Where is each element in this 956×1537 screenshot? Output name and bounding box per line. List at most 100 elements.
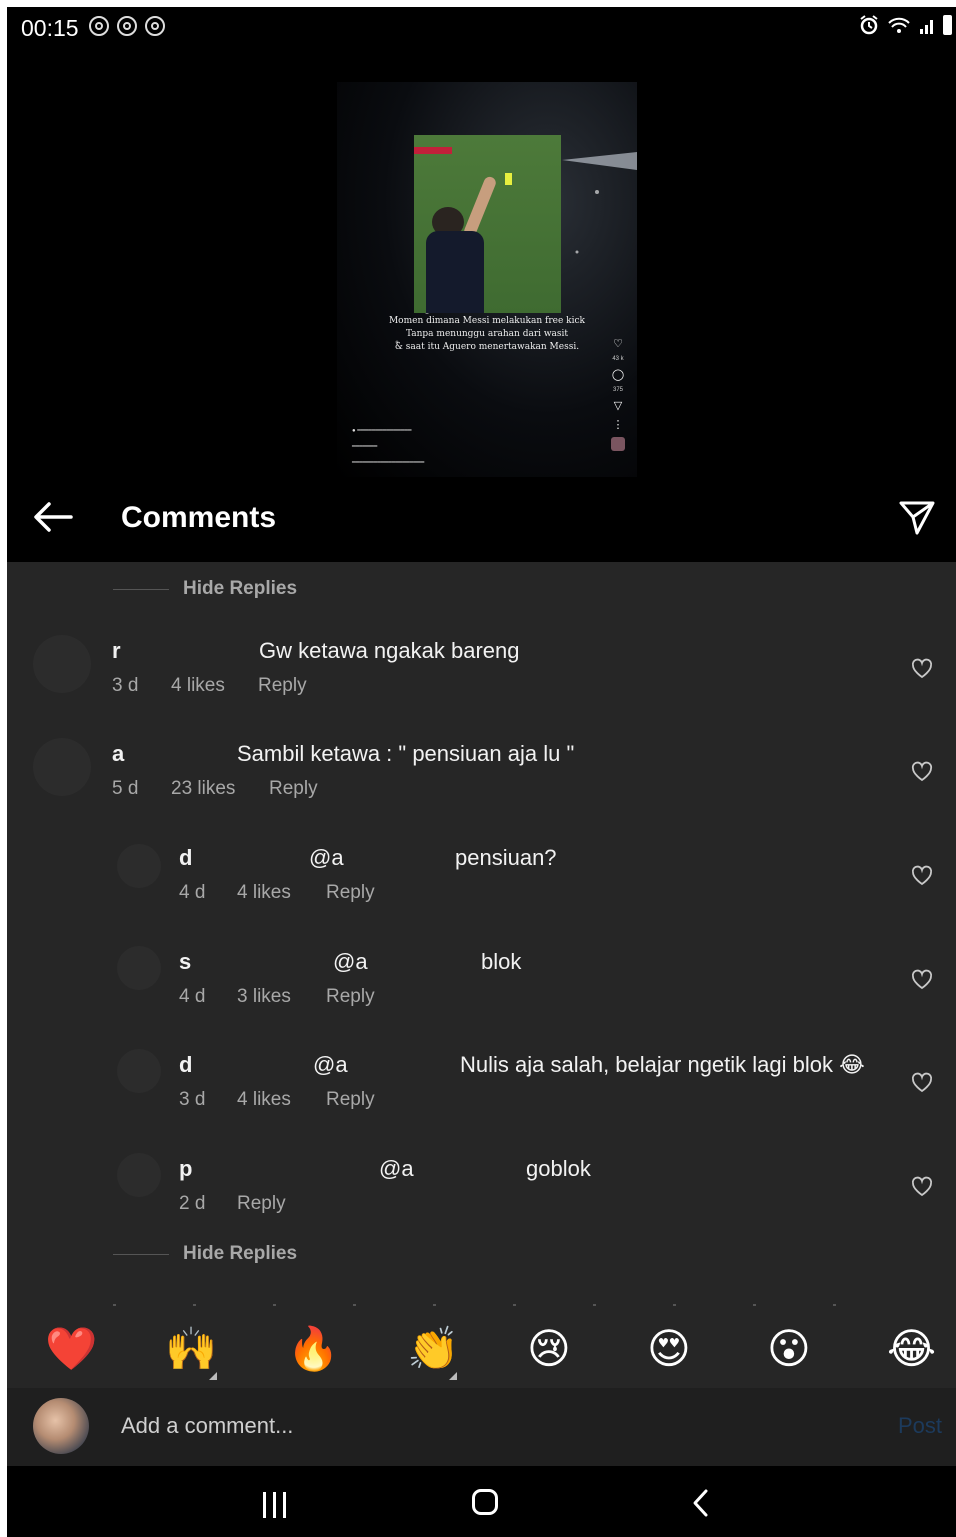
avatar[interactable] <box>117 946 161 990</box>
comment-item: r Gw ketawa ngakak bareng 3 d 4 likes Re… <box>7 630 956 720</box>
mention-link[interactable]: @a <box>379 1156 414 1182</box>
recents-icon[interactable] <box>263 1492 286 1518</box>
next-comment-cutoff <box>113 1304 873 1306</box>
caption-line: Momen dimana Messi melakukan free kick <box>388 316 586 326</box>
reply-username[interactable]: p <box>179 1156 192 1182</box>
reply-item: d @a pensiuan? 4 d 4 likes Reply <box>7 837 956 927</box>
hide-replies-label: Hide Replies <box>183 578 298 599</box>
heart-icon[interactable] <box>911 1176 933 1198</box>
video-meta-blurred: ● ━━━━━━━━━━━━━━━ ━━━━━━━ ━━━━━━━━━━━━━━… <box>352 423 424 471</box>
comments-header: Comments <box>7 477 956 562</box>
back-icon[interactable] <box>687 1488 715 1518</box>
reply-text: pensiuan? <box>455 845 557 870</box>
reply-time: 4 d <box>179 882 206 903</box>
caption-line: & saat itu Aguero menertawakan Messi. <box>394 342 580 352</box>
heart-icon[interactable]: ♡ <box>613 337 623 350</box>
comment-icon[interactable]: ◯ <box>612 368 624 381</box>
emoji-crying-button[interactable]: 😢 <box>527 1324 571 1374</box>
reply-username[interactable]: s <box>179 949 191 975</box>
comment-likes[interactable]: 4 likes <box>171 675 225 697</box>
reply-button[interactable]: Reply <box>269 778 318 800</box>
mention-link[interactable]: @a <box>309 845 344 871</box>
status-time: 00:15 <box>21 15 79 41</box>
status-bar: 00:15 <box>7 7 956 49</box>
reply-button[interactable]: Reply <box>326 986 375 1008</box>
comment-composer: Add a comment... Post <box>7 1388 956 1466</box>
emoji-surprised-button[interactable]: 😮 <box>767 1324 811 1374</box>
reply-likes[interactable]: 4 likes <box>237 882 291 904</box>
emoji-heart-eyes-button[interactable]: 😍 <box>647 1324 691 1374</box>
heart-icon[interactable] <box>911 658 933 680</box>
reply-username[interactable]: d <box>179 1052 192 1078</box>
divider <box>113 588 169 590</box>
notification-icon <box>89 16 109 36</box>
emoji-heart-button[interactable]: ❤️ <box>45 1324 97 1374</box>
avatar[interactable] <box>33 635 91 693</box>
comment-username[interactable]: a <box>112 741 124 767</box>
page-title: Comments <box>121 501 277 534</box>
post-button[interactable]: Post <box>898 1413 942 1439</box>
reply-button[interactable]: Reply <box>237 1193 286 1215</box>
notification-icon <box>117 16 137 36</box>
reply-text: goblok <box>526 1156 591 1181</box>
comment-item: a Sambil ketawa : " pensiuan aja lu " 5 … <box>7 733 956 823</box>
notification-icon <box>145 16 165 36</box>
yellow-card <box>505 173 512 185</box>
reply-text: blok <box>481 949 522 974</box>
reply-button[interactable]: Reply <box>326 1089 375 1111</box>
reply-time: 4 d <box>179 986 206 1007</box>
more-icon[interactable]: ⋮ <box>613 418 624 431</box>
wifi-icon <box>888 17 910 33</box>
emoji-laughing-button[interactable]: 😂 <box>887 1324 936 1374</box>
referee-body <box>426 231 484 313</box>
like-count: 43 k <box>612 356 624 362</box>
reply-button[interactable]: Reply <box>258 675 307 697</box>
hide-replies-button[interactable]: Hide Replies <box>113 1239 297 1269</box>
hide-replies-label: Hide Replies <box>183 1243 298 1264</box>
emoji-raised-hands-button[interactable]: 🙌 <box>165 1324 217 1374</box>
comment-text: Gw ketawa ngakak bareng <box>259 638 520 663</box>
video-caption: Momen dimana Messi melakukan free kick T… <box>387 315 587 354</box>
music-disc-icon <box>611 437 625 451</box>
comments-list[interactable]: Hide Replies r Gw ketawa ngakak bareng 3… <box>7 562 956 1310</box>
user-avatar <box>33 1398 89 1454</box>
battery-icon <box>943 15 952 35</box>
comment-time: 5 d <box>112 778 139 799</box>
avatar[interactable] <box>117 1049 161 1093</box>
comment-input[interactable]: Add a comment... <box>121 1413 293 1439</box>
reply-button[interactable]: Reply <box>326 882 375 904</box>
avatar[interactable] <box>117 1153 161 1197</box>
caption-line: Tanpa menunggu arahan dari wasit <box>405 329 569 339</box>
blurred-line: ━━━━━━━ <box>352 444 378 450</box>
avatar[interactable] <box>117 844 161 888</box>
mention-link[interactable]: @a <box>313 1052 348 1078</box>
comment-likes[interactable]: 23 likes <box>171 778 235 800</box>
emoji-fire-button[interactable]: 🔥 <box>287 1324 339 1374</box>
mention-link[interactable]: @a <box>333 949 368 975</box>
heart-icon[interactable] <box>911 1072 933 1094</box>
reply-username[interactable]: d <box>179 845 192 871</box>
reply-time: 2 d <box>179 1193 206 1214</box>
emoji-clapping-button[interactable]: 👏 <box>407 1324 459 1374</box>
hide-replies-button[interactable]: Hide Replies <box>113 574 297 604</box>
heart-icon[interactable] <box>911 969 933 991</box>
reply-item: s @a blok 4 d 3 likes Reply <box>7 941 956 1031</box>
reply-likes[interactable]: 3 likes <box>237 986 291 1008</box>
avatar[interactable] <box>33 738 91 796</box>
video-player[interactable] <box>414 135 561 313</box>
blurred-line: ● ━━━━━━━━━━━━━━━ <box>352 428 412 434</box>
status-right-icons <box>859 15 952 35</box>
arrow-left-icon[interactable] <box>31 495 75 539</box>
heart-icon[interactable] <box>911 865 933 887</box>
divider <box>113 1253 169 1255</box>
paper-plane-icon[interactable] <box>897 497 937 537</box>
heart-icon[interactable] <box>911 761 933 783</box>
reply-text: Nulis aja salah, belajar ngetik lagi blo… <box>460 1052 865 1077</box>
comment-username[interactable]: r <box>112 638 121 664</box>
score-badge <box>414 147 452 154</box>
send-icon[interactable]: ▽ <box>614 399 622 412</box>
home-icon[interactable] <box>472 1489 498 1515</box>
reply-likes[interactable]: 4 likes <box>237 1089 291 1111</box>
comment-count: 375 <box>612 387 623 393</box>
reply-item: d @a Nulis aja salah, belajar ngetik lag… <box>7 1044 956 1134</box>
